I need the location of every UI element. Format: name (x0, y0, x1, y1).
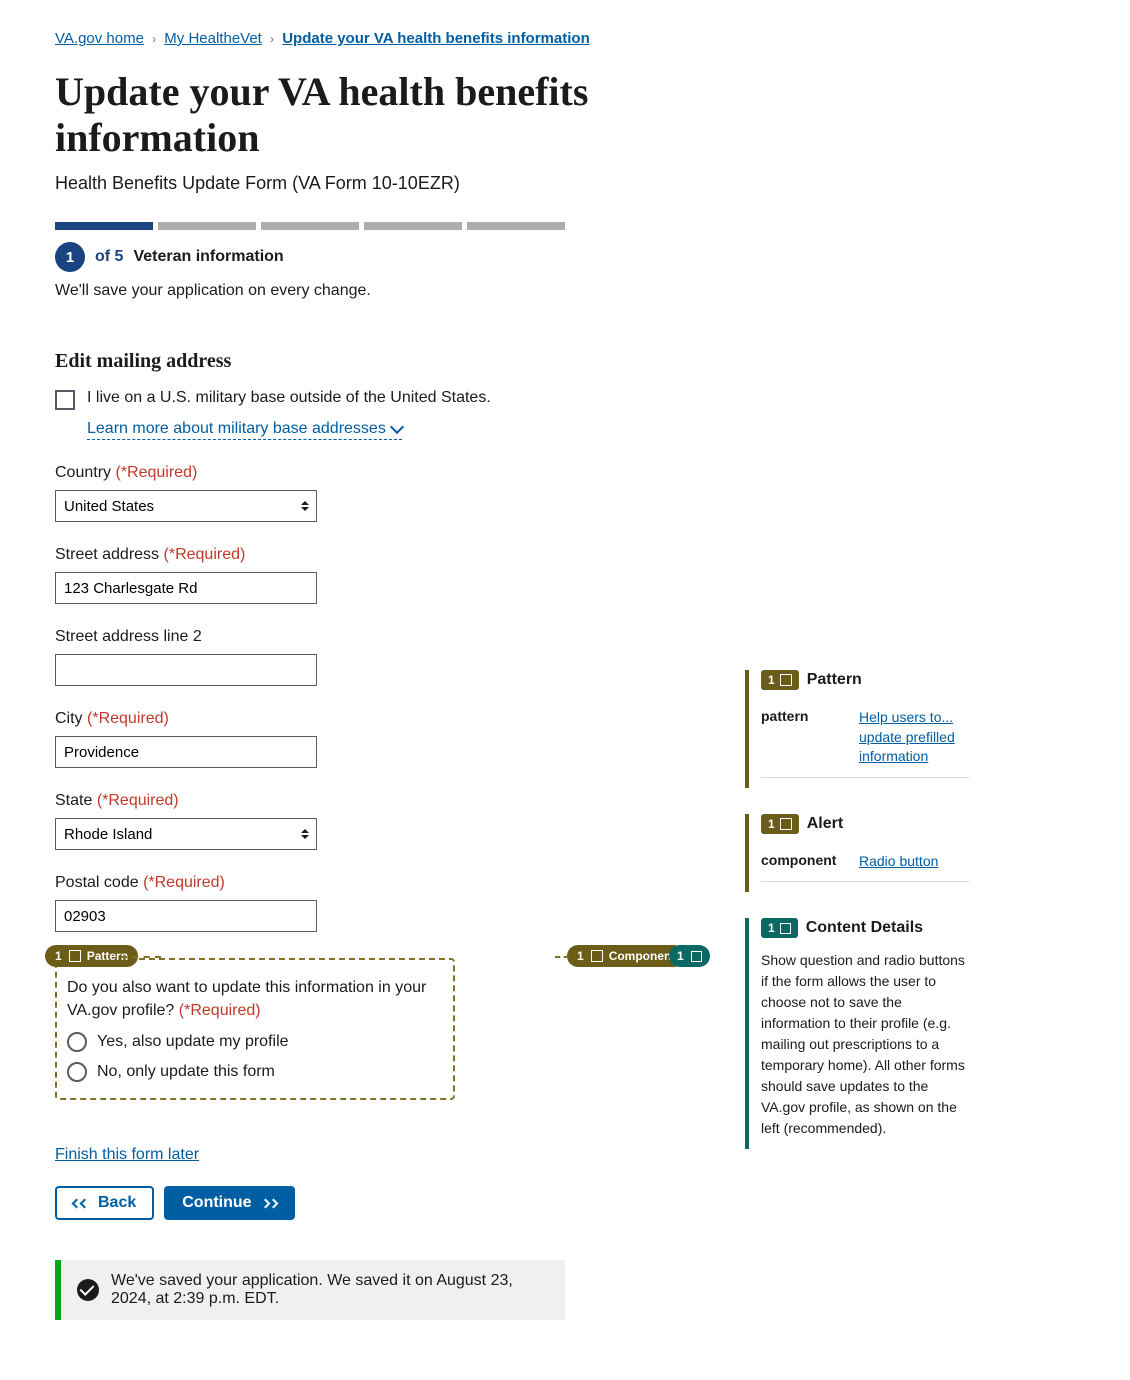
card-badge: 1 (761, 918, 798, 938)
card-value-link[interactable]: Radio button (859, 852, 969, 872)
postal-label: Postal code (55, 874, 139, 891)
step-of-text: of 5 (95, 248, 123, 266)
badge-num: 1 (768, 673, 775, 687)
content-details-card: 1 Content Details Show question and radi… (745, 918, 969, 1149)
progress-bar: 1 of 5 Veteran information We'll save yo… (55, 222, 645, 300)
street-label: Street address (55, 546, 159, 563)
select-caret-icon (301, 829, 309, 839)
crop-icon (780, 818, 792, 830)
crop-icon (69, 950, 81, 962)
radio-no-label: No, only update this form (97, 1063, 275, 1081)
learn-more-text: Learn more about military base addresses (87, 420, 386, 438)
military-base-label: I live on a U.S. military base outside o… (87, 389, 491, 407)
crop-icon (591, 950, 603, 962)
crumb-mhv[interactable]: My HealtheVet (164, 30, 262, 47)
finish-later-link[interactable]: Finish this form later (55, 1146, 199, 1164)
note-icon (780, 923, 791, 934)
progress-segment-3 (261, 222, 359, 230)
save-confirmation-banner: We've saved your application. We saved i… (55, 1260, 565, 1320)
learn-more-military-base[interactable]: Learn more about military base addresses (87, 420, 402, 440)
progress-segment-2 (158, 222, 256, 230)
state-select[interactable] (55, 818, 317, 850)
card-key: component (761, 852, 843, 872)
alert-card: 1 Alert component Radio button (745, 814, 969, 893)
progress-segment-4 (364, 222, 462, 230)
double-chevron-right-icon (262, 1200, 277, 1207)
check-circle-icon (77, 1279, 99, 1301)
card-body-text: Show question and radio buttons if the f… (761, 950, 969, 1139)
step-name: Veteran information (133, 248, 283, 266)
section-title: Edit mailing address (55, 350, 645, 373)
tag-number: 1 (577, 949, 584, 963)
back-button[interactable]: Back (55, 1186, 154, 1220)
required-indicator: (*Required) (87, 710, 169, 727)
required-indicator: (*Required) (179, 1002, 261, 1019)
required-indicator: (*Required) (97, 792, 179, 809)
crumb-home[interactable]: VA.gov home (55, 30, 144, 47)
street2-input[interactable] (55, 654, 317, 686)
card-value-link[interactable]: Help users to... update prefilled inform… (859, 708, 969, 767)
chevron-right-icon: › (152, 32, 156, 46)
breadcrumb: VA.gov home › My HealtheVet › Update you… (55, 30, 645, 47)
back-button-label: Back (98, 1194, 136, 1212)
dash-connector (121, 956, 161, 958)
badge-num: 1 (768, 817, 775, 831)
annotation-tag-component: 1 Component (567, 945, 685, 967)
crop-icon (780, 674, 792, 686)
country-label: Country (55, 464, 111, 481)
required-indicator: (*Required) (164, 546, 246, 563)
chevron-down-icon (390, 420, 404, 434)
save-banner-text: We've saved your application. We saved i… (111, 1272, 549, 1308)
annotation-tag-content: 1 (669, 945, 710, 967)
update-profile-question: Do you also want to update this informat… (55, 958, 455, 1100)
radio-yes-label: Yes, also update my profile (97, 1033, 289, 1051)
card-badge: 1 (761, 814, 799, 834)
pattern-card: 1 Pattern pattern Help users to... updat… (745, 670, 969, 788)
chevron-right-icon: › (270, 32, 274, 46)
postal-input[interactable] (55, 900, 317, 932)
required-indicator: (*Required) (143, 874, 225, 891)
progress-segment-1 (55, 222, 153, 230)
street2-label: Street address line 2 (55, 628, 202, 645)
radio-yes[interactable] (67, 1032, 87, 1052)
card-badge: 1 (761, 670, 799, 690)
dash-connector (555, 956, 569, 958)
country-select[interactable] (55, 490, 317, 522)
card-title: Content Details (806, 919, 923, 937)
select-caret-icon (301, 501, 309, 511)
autosave-note: We'll save your application on every cha… (55, 282, 645, 300)
card-key: pattern (761, 708, 843, 767)
city-label: City (55, 710, 83, 727)
street-input[interactable] (55, 572, 317, 604)
note-icon (691, 951, 702, 962)
continue-button[interactable]: Continue (164, 1186, 294, 1220)
badge-num: 1 (768, 921, 775, 935)
double-chevron-left-icon (73, 1200, 88, 1207)
card-title: Alert (807, 815, 843, 833)
required-indicator: (*Required) (115, 464, 197, 481)
continue-button-label: Continue (182, 1194, 251, 1212)
page-title: Update your VA health benefits informati… (55, 69, 645, 161)
progress-segment-5 (467, 222, 565, 230)
city-input[interactable] (55, 736, 317, 768)
card-title: Pattern (807, 671, 862, 689)
state-label: State (55, 792, 92, 809)
tag-number: 1 (55, 949, 62, 963)
military-base-checkbox[interactable] (55, 390, 75, 410)
page-subtitle: Health Benefits Update Form (VA Form 10-… (55, 173, 645, 194)
crumb-current[interactable]: Update your VA health benefits informati… (282, 30, 590, 47)
tag-label: Component (609, 949, 676, 963)
radio-no[interactable] (67, 1062, 87, 1082)
step-number-badge: 1 (55, 242, 85, 272)
tag-number: 1 (677, 949, 684, 963)
